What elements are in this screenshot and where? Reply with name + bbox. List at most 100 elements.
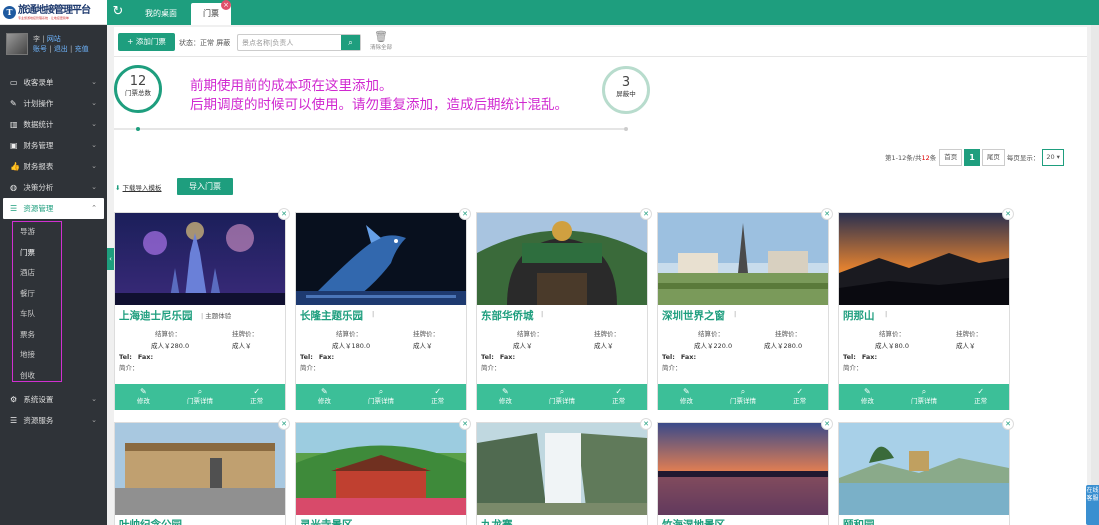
card-title[interactable]: 长隆主题乐园: [300, 308, 363, 323]
search-input[interactable]: [238, 35, 342, 50]
sidebar-item-plans[interactable]: ✎ 计划操作 ⌄: [0, 93, 107, 114]
status-filter[interactable]: 状态：正常 屏蔽: [179, 38, 230, 48]
card-image[interactable]: [839, 423, 1009, 515]
card-image[interactable]: [658, 423, 828, 515]
logo[interactable]: T 旅通地接管理平台 专业旅游地接管理系统 · 让地接更简单: [0, 0, 107, 25]
details-button[interactable]: ⌕ 门票详情: [172, 384, 229, 410]
first-page-button[interactable]: 首页: [939, 148, 963, 166]
close-icon[interactable]: ✕: [278, 208, 290, 220]
sidebar-item-statistics[interactable]: ▥ 数据统计 ⌄: [0, 114, 107, 135]
card-title[interactable]: 灵光寺景区: [300, 517, 353, 525]
submenu-item-fleet[interactable]: 车队: [0, 304, 107, 325]
card-image[interactable]: [839, 213, 1009, 305]
blocked-tickets-stat[interactable]: 3 屏蔽中: [602, 66, 650, 114]
card-title[interactable]: 深圳世界之窗: [662, 308, 725, 323]
close-icon[interactable]: ✕: [459, 208, 471, 220]
total-tickets-stat[interactable]: 12 门票总数: [114, 65, 162, 113]
card-title[interactable]: 阴那山: [843, 308, 875, 323]
submenu-item-local[interactable]: 地接: [0, 345, 107, 366]
sidebar-item-settings[interactable]: ⚙ 系统设置 ⌄: [0, 389, 107, 410]
page-button-current[interactable]: 1: [964, 148, 980, 166]
close-icon[interactable]: ✕: [821, 418, 833, 430]
details-button[interactable]: ⌕ 门票详情: [534, 384, 591, 410]
close-icon[interactable]: ✕: [640, 418, 652, 430]
stat-divider: [114, 128, 138, 130]
edit-icon: ✎: [139, 387, 147, 396]
card-title[interactable]: 东部华侨城: [481, 308, 534, 323]
close-icon[interactable]: ✕: [1002, 418, 1014, 430]
submenu-item-ticketing[interactable]: 票务: [0, 325, 107, 346]
submenu-item-income[interactable]: 创收: [0, 366, 107, 387]
clear-all-button[interactable]: 🗑 清除全部: [366, 30, 396, 51]
close-icon[interactable]: ✕: [640, 208, 652, 220]
scrollbar[interactable]: [1091, 25, 1099, 525]
status-button[interactable]: ✓ 正常: [952, 384, 1009, 410]
card-title[interactable]: 颐和园: [843, 517, 875, 525]
sidebar-item-finance[interactable]: ▣ 财务管理 ⌄: [0, 135, 107, 156]
avatar[interactable]: [6, 33, 28, 55]
list-price: 成人￥: [232, 342, 252, 350]
card-image[interactable]: [115, 423, 285, 515]
per-page-select[interactable]: 20 ▾: [1042, 148, 1064, 166]
check-icon: ✓: [434, 387, 442, 396]
online-service-button[interactable]: 在线客服: [1086, 485, 1099, 525]
card-title[interactable]: 竹海湿地景区: [662, 517, 725, 525]
close-icon[interactable]: ✕: [459, 418, 471, 430]
sidebar-item-resources[interactable]: ☰ 资源管理 ⌃: [3, 198, 104, 219]
tab-my-desktop[interactable]: 我的桌面: [133, 3, 189, 25]
annotation-note: 后期调度的时候可以使用。请勿重复添加，造成后期统计混乱。: [190, 97, 568, 113]
sidebar-item-services[interactable]: ☰ 资源服务 ⌄: [0, 410, 107, 431]
edit-button[interactable]: ✎ 修改: [658, 384, 715, 410]
recharge-link[interactable]: 充值: [75, 45, 89, 53]
account-link[interactable]: 账号: [33, 45, 47, 53]
logo-subtitle: 专业旅游地接管理系统 · 让地接更简单: [18, 15, 69, 20]
edit-button[interactable]: ✎ 修改: [477, 384, 534, 410]
add-ticket-button[interactable]: + 添加门票: [118, 33, 175, 51]
card-title[interactable]: 上海迪士尼乐园: [119, 308, 193, 323]
card-image[interactable]: [477, 423, 647, 515]
card-image[interactable]: [296, 213, 466, 305]
close-icon[interactable]: ✕: [278, 418, 290, 430]
status-button[interactable]: ✓ 正常: [590, 384, 647, 410]
details-button[interactable]: ⌕ 门票详情: [353, 384, 410, 410]
search-icon[interactable]: ⌕: [341, 35, 360, 50]
sidebar-collapse-handle[interactable]: ‹: [107, 248, 114, 270]
ticket-card: ✕ 竹海湿地景区: [657, 418, 833, 525]
download-template-link[interactable]: ⬇ 下载导入模板: [115, 182, 162, 192]
stat-dot: [624, 127, 628, 131]
status-button[interactable]: ✓ 正常: [771, 384, 828, 410]
card-title[interactable]: 叶帅纪念公园: [119, 517, 182, 525]
ticket-card: ✕ 叶帅纪念公园: [114, 418, 290, 525]
details-button[interactable]: ⌕ 门票详情: [896, 384, 953, 410]
website-link[interactable]: 网站: [47, 35, 61, 43]
edit-button[interactable]: ✎ 修改: [296, 384, 353, 410]
close-icon[interactable]: ✕: [1002, 208, 1014, 220]
import-row: ⬇ 下载导入模板 导入门票: [114, 176, 414, 196]
submenu-item-guide[interactable]: 导游: [0, 222, 107, 243]
status-button[interactable]: ✓ 正常: [228, 384, 285, 410]
sidebar-item-reports[interactable]: 👍 财务报表 ⌄: [0, 156, 107, 177]
import-tickets-button[interactable]: 导入门票: [177, 178, 233, 195]
card-image[interactable]: [115, 213, 285, 305]
logo-mark: T: [3, 5, 16, 19]
submenu-item-tickets[interactable]: 门票: [0, 243, 107, 264]
card-image[interactable]: [296, 423, 466, 515]
card-image[interactable]: [658, 213, 828, 305]
sidebar-item-analysis[interactable]: ◍ 决策分析 ⌄: [0, 177, 107, 198]
edit-button[interactable]: ✎ 修改: [839, 384, 896, 410]
details-button[interactable]: ⌕ 门票详情: [715, 384, 772, 410]
submenu-item-hotel[interactable]: 酒店: [0, 263, 107, 284]
edit-button[interactable]: ✎ 修改: [115, 384, 172, 410]
card-title[interactable]: 九龙寨: [481, 517, 513, 525]
status-button[interactable]: ✓ 正常: [409, 384, 466, 410]
list-icon: ☰: [10, 204, 18, 213]
logout-link[interactable]: 退出: [54, 45, 68, 53]
submenu-item-restaurant[interactable]: 餐厅: [0, 284, 107, 305]
tab-close-icon[interactable]: ×: [221, 0, 231, 10]
card-actions: ✎ 修改 ⌕ 门票详情 ✓ 正常: [658, 384, 828, 410]
close-icon[interactable]: ✕: [821, 208, 833, 220]
last-page-button[interactable]: 尾页: [981, 148, 1005, 166]
refresh-icon[interactable]: ↻: [110, 4, 126, 20]
sidebar-item-orders[interactable]: ▭ 收客录单 ⌄: [0, 72, 107, 93]
card-image[interactable]: [477, 213, 647, 305]
